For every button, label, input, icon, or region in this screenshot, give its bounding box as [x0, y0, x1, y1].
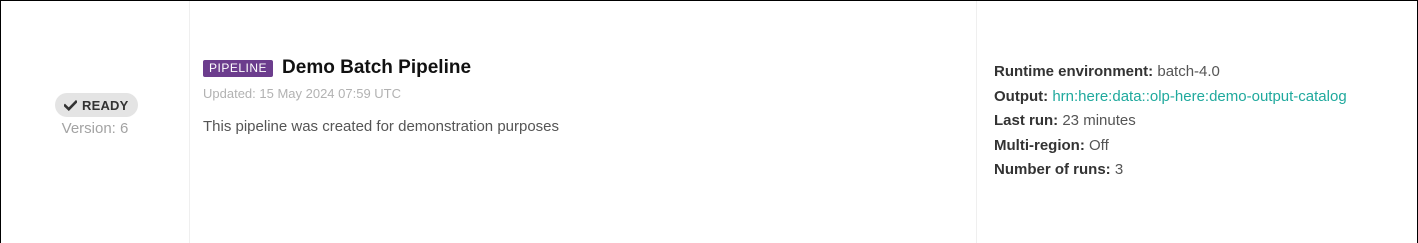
status-badge: READY — [55, 93, 138, 117]
multi-region-row: Multi-region: Off — [994, 134, 1347, 159]
last-run-label: Last run: — [994, 112, 1059, 129]
runtime-environment-value: batch-4.0 — [1157, 63, 1220, 80]
status-column: READY Version: 6 — [1, 1, 190, 243]
number-of-runs-row: Number of runs: 3 — [994, 158, 1347, 183]
details-list: Runtime environment: batch-4.0 Output: h… — [994, 60, 1347, 183]
version-text: Version: 6 — [61, 120, 129, 137]
multi-region-value: Off — [1089, 136, 1109, 154]
last-run-value: 23 minutes — [1062, 112, 1136, 129]
status-label: READY — [82, 97, 129, 113]
runtime-environment-row: Runtime environment: batch-4.0 — [994, 60, 1347, 85]
multi-region-label: Multi-region: — [994, 136, 1085, 154]
output-label: Output: — [994, 87, 1049, 105]
pipeline-type-tag: PIPELINE — [203, 59, 274, 77]
runtime-environment-label: Runtime environment: — [994, 63, 1154, 80]
output-catalog-link[interactable]: hrn:here:data::olp-here:demo-output-cata… — [1052, 88, 1346, 105]
number-of-runs-value: 3 — [1114, 161, 1124, 178]
pipeline-title[interactable]: Demo Batch Pipeline — [282, 57, 471, 79]
title-row: PIPELINE Demo Batch Pipeline — [203, 57, 471, 79]
number-of-runs-label: Number of runs: — [994, 161, 1111, 178]
updated-timestamp: Updated: 15 May 2024 07:59 UTC — [203, 86, 402, 101]
output-row: Output: hrn:here:data::olp-here:demo-out… — [994, 85, 1347, 110]
pipeline-description: This pipeline was created for demonstrat… — [203, 118, 560, 135]
check-icon — [64, 99, 77, 111]
pipeline-info-column: PIPELINE Demo Batch Pipeline Updated: 15… — [190, 1, 977, 243]
pipeline-card: READY Version: 6 PIPELINE Demo Batch Pip… — [0, 0, 1418, 243]
pipeline-details-column: Runtime environment: batch-4.0 Output: h… — [977, 1, 1417, 243]
last-run-row: Last run: 23 minutes — [994, 109, 1347, 134]
